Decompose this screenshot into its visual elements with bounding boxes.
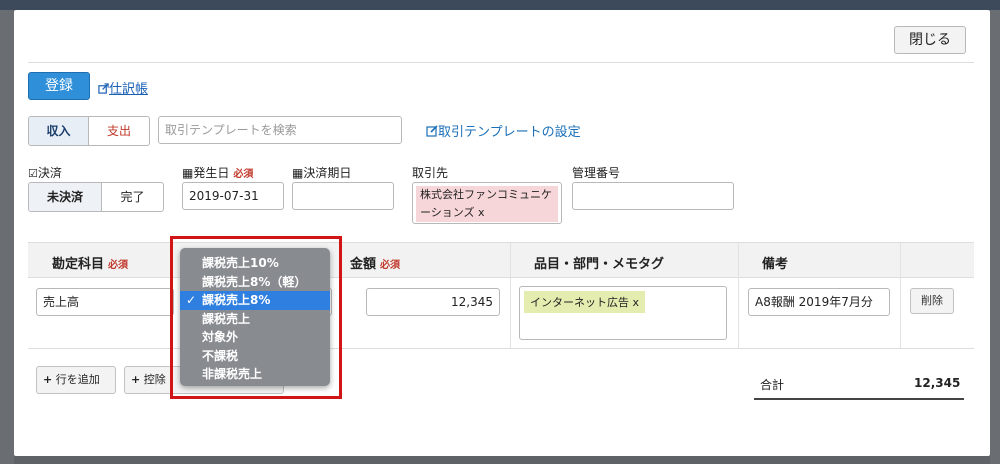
dropdown-option[interactable]: 課税売上8%（軽） <box>180 273 330 292</box>
item-tags-field[interactable]: インターネット広告 x <box>519 286 727 340</box>
account-header: 勘定科目 必須 <box>52 253 128 272</box>
column-divider <box>510 242 511 348</box>
control-number-field[interactable] <box>572 182 734 210</box>
column-divider <box>738 242 739 348</box>
check-icon: ✓ <box>186 293 197 307</box>
table-header: 勘定科目 必須 金額 必須 品目・部門・メモタグ 備考 <box>28 242 974 278</box>
remarks-field[interactable]: A8報酬 2019年7月分 <box>748 288 890 316</box>
dropdown-option-selected[interactable]: ✓ 課税売上8% <box>180 291 330 310</box>
transaction-modal: 閉じる 登録 仕訳帳 収入 支出 取引テンプレートの設定 ☑決済 未決済 完了 … <box>14 10 990 456</box>
template-search-input[interactable] <box>158 116 402 144</box>
required-badge: 必須 <box>108 260 129 271</box>
partner-tag[interactable]: 株式会社ファンコミュニケーションズ x <box>416 186 558 222</box>
amount-field[interactable]: 12,345 <box>366 288 500 316</box>
close-button[interactable]: 閉じる <box>894 26 966 54</box>
edit-icon <box>426 125 438 137</box>
dropdown-option-label: 課税売上8% <box>202 293 271 307</box>
add-row-button[interactable]: + 行を追加 <box>36 366 116 394</box>
settlement-label-text: 決済 <box>37 166 62 180</box>
partner-label: 取引先 <box>412 166 449 180</box>
background-left <box>0 10 14 464</box>
expense-tab[interactable]: 支出 <box>89 117 149 145</box>
journal-link-label: 仕訳帳 <box>109 82 149 97</box>
plus-icon: + <box>131 373 141 386</box>
amount-header-text: 金額 <box>350 257 377 272</box>
dropdown-option[interactable]: 課税売上 <box>180 310 330 329</box>
checkbox-icon: ☑ <box>28 167 38 180</box>
register-button[interactable]: 登録 <box>28 72 90 100</box>
settled-tab[interactable]: 完了 <box>102 183 163 211</box>
dropdown-option[interactable]: 課税売上10% <box>180 254 330 273</box>
row-divider <box>28 348 974 349</box>
column-divider <box>900 242 901 348</box>
dropdown-option[interactable]: 不課税 <box>180 347 330 366</box>
due-date-label: ▦決済期日 <box>292 164 351 181</box>
delete-row-button[interactable]: 削除 <box>910 288 954 314</box>
dropdown-option[interactable]: 対象外 <box>180 328 330 347</box>
add-row-label: 行を追加 <box>55 373 100 386</box>
account-header-text: 勘定科目 <box>52 257 105 272</box>
required-badge: 必須 <box>233 169 254 180</box>
issue-date-label-text: 発生日 <box>193 166 230 180</box>
background-app-header <box>0 0 1000 10</box>
journal-link[interactable]: 仕訳帳 <box>98 78 148 97</box>
total-underline <box>754 398 964 400</box>
amount-header: 金額 必須 <box>350 253 400 272</box>
due-date-field[interactable] <box>292 182 394 210</box>
issue-date-field[interactable]: 2019-07-31 <box>182 182 284 210</box>
settlement-label: ☑決済 <box>28 164 62 181</box>
external-link-icon <box>98 83 109 94</box>
item-tags-header: 品目・部門・メモタグ <box>534 257 665 272</box>
unsettled-tab[interactable]: 未決済 <box>29 183 102 211</box>
template-settings-link[interactable]: 取引テンプレートの設定 <box>426 121 581 140</box>
account-field[interactable]: 売上高 <box>36 288 174 316</box>
calendar-icon: ▦ <box>182 166 194 180</box>
issue-date-label: ▦発生日 必須 <box>182 164 253 181</box>
control-number-label: 管理番号 <box>572 166 621 180</box>
total-value: 12,345 <box>914 376 961 390</box>
dropdown-option[interactable]: 非課税売上 <box>180 365 330 384</box>
settlement-toggle: 未決済 完了 <box>28 182 164 212</box>
income-expense-toggle: 収入 支出 <box>28 116 150 146</box>
template-settings-label: 取引テンプレートの設定 <box>438 125 581 140</box>
background-right <box>990 10 1000 464</box>
remarks-header: 備考 <box>762 257 789 272</box>
total-label: 合計 <box>760 378 785 392</box>
divider <box>28 62 974 63</box>
due-date-label-text: 決済期日 <box>303 166 352 180</box>
calendar-icon: ▦ <box>292 166 304 180</box>
partner-field[interactable]: 株式会社ファンコミュニケーションズ x <box>412 182 562 224</box>
tax-category-dropdown: 課税売上10% 課税売上8%（軽） ✓ 課税売上8% 課税売上 対象外 不課税 非… <box>180 248 330 386</box>
deduction-label: 控除・ <box>143 373 177 386</box>
item-tag[interactable]: インターネット広告 x <box>524 291 646 313</box>
required-badge: 必須 <box>380 260 401 271</box>
plus-icon: + <box>43 373 53 386</box>
income-tab[interactable]: 収入 <box>29 117 89 145</box>
